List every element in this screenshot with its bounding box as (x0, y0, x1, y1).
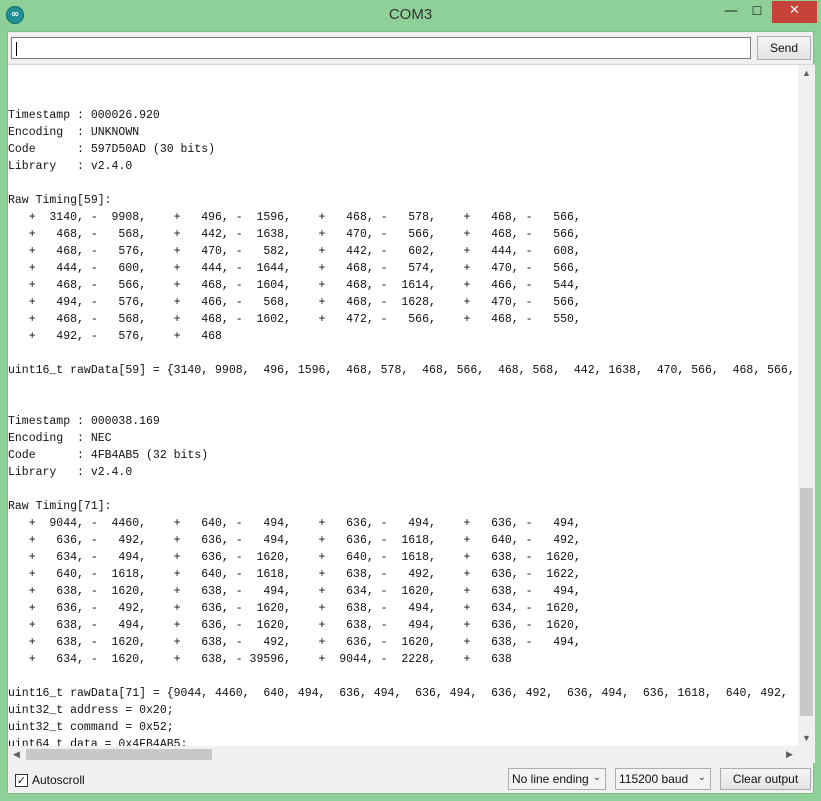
clear-output-button[interactable]: Clear output (720, 768, 811, 790)
serial-monitor-client: Send Timestamp : 000026.920 Encoding : U… (7, 31, 815, 795)
autoscroll-label: Autoscroll (32, 773, 85, 787)
text-caret (16, 41, 17, 56)
scroll-up-icon[interactable]: ▲ (798, 65, 815, 82)
send-button[interactable]: Send (757, 36, 811, 60)
input-row: Send (8, 32, 815, 64)
horizontal-scroll-thumb[interactable] (26, 749, 212, 760)
serial-output-text: Timestamp : 000026.920 Encoding : UNKNOW… (8, 109, 795, 747)
window-title: COM3 (388, 6, 433, 23)
minimize-icon[interactable]: — (718, 1, 744, 23)
chevron-down-icon: ⌄ (592, 772, 601, 783)
line-ending-value: No line ending (512, 772, 589, 786)
baud-rate-value: 115200 baud (619, 772, 689, 786)
serial-monitor-window: ∞ COM3 — ☐ ✕ Send Timestamp : 000026.920… (0, 0, 821, 801)
scroll-down-icon[interactable]: ▼ (798, 730, 815, 747)
close-icon[interactable]: ✕ (772, 1, 817, 23)
scrollbar-corner (798, 746, 815, 763)
baud-rate-select[interactable]: 115200 baud ⌄ (615, 768, 711, 790)
vertical-scrollbar[interactable]: ▲ ▼ (798, 65, 815, 747)
checkbox-check-icon[interactable]: ✓ (15, 773, 28, 787)
serial-input[interactable] (11, 37, 751, 59)
bottom-bar: ✓ Autoscroll No line ending ⌄ 115200 bau… (8, 764, 815, 795)
autoscroll-checkbox[interactable]: ✓ Autoscroll (15, 772, 85, 788)
vertical-scroll-thumb[interactable] (800, 488, 813, 716)
scroll-right-icon[interactable]: ▶ (781, 746, 798, 763)
line-ending-select[interactable]: No line ending ⌄ (508, 768, 606, 790)
chevron-down-icon: ⌄ (697, 772, 706, 783)
title-bar[interactable]: ∞ COM3 — ☐ ✕ (0, 0, 821, 30)
maximize-icon[interactable]: ☐ (744, 1, 770, 23)
horizontal-scrollbar[interactable]: ◀ ▶ (8, 746, 815, 763)
scroll-left-icon[interactable]: ◀ (8, 746, 25, 763)
serial-output-panel: Timestamp : 000026.920 Encoding : UNKNOW… (8, 64, 815, 747)
